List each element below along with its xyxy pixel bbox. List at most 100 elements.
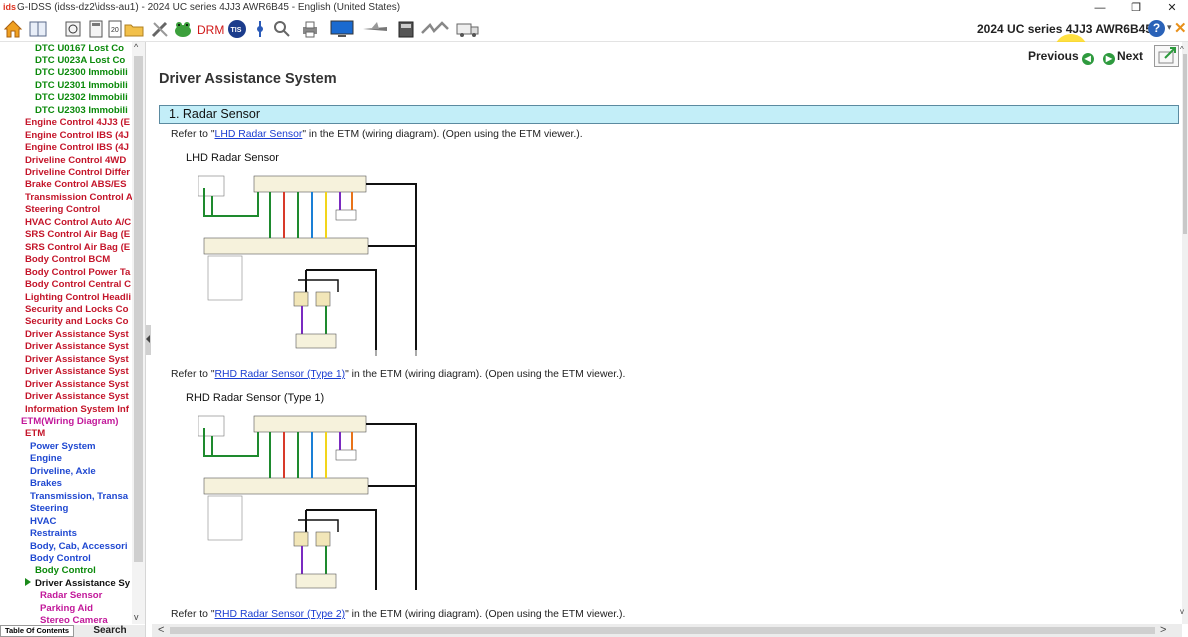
sidebar-tree-item[interactable]: ETM(Wiring Diagram) xyxy=(21,416,132,429)
sidebar-tree-item[interactable]: DTC U2300 Immobili xyxy=(35,67,132,80)
sidebar-tree-item[interactable]: Steering Control xyxy=(25,204,132,217)
sidebar-tree-item[interactable]: HVAC Control Auto A/C xyxy=(25,217,132,230)
book-icon[interactable] xyxy=(28,19,48,39)
sidebar-tree-item[interactable]: ETM xyxy=(25,428,132,441)
sidebar-tree-item[interactable]: Lighting Control Headli xyxy=(25,292,132,305)
main-vertical-scrollbar[interactable] xyxy=(1182,42,1188,624)
tab-search[interactable]: Search xyxy=(80,625,140,637)
wiring-diagram-rhd-type1[interactable] xyxy=(198,410,430,610)
sidebar-tree-item[interactable]: SRS Control Air Bag (E xyxy=(25,242,132,255)
sidebar-tree-item[interactable]: DTC U2303 Immobili xyxy=(35,105,132,118)
sidebar-tree-item[interactable]: Body Control xyxy=(30,553,132,566)
minimize-button[interactable]: — xyxy=(1082,0,1118,16)
sidebar-scroll-thumb[interactable] xyxy=(134,56,143,562)
sidebar-tree-item[interactable]: Driver Assistance Syst xyxy=(25,329,132,342)
sidebar-tree-item[interactable]: Security and Locks Co xyxy=(25,304,132,317)
sidebar-tree-item[interactable]: Body Control BCM xyxy=(25,254,132,267)
sidebar-tree-item[interactable]: Driver Assistance Syst xyxy=(25,366,132,379)
frog-icon[interactable] xyxy=(173,19,193,39)
main-scroll-up-icon[interactable]: ^ xyxy=(1180,45,1184,54)
sidebar-tree-item[interactable]: Brake Control ABS/ES xyxy=(25,179,132,192)
collapse-arrow-icon[interactable] xyxy=(146,335,150,343)
sidebar-tree-item[interactable]: Driveline, Axle xyxy=(30,466,132,479)
sidebar-tree-item[interactable]: Body Control Central C xyxy=(25,279,132,292)
section-header: 1. Radar Sensor xyxy=(159,105,1179,124)
sidebar-tree-item[interactable]: DTC U2301 Immobili xyxy=(35,80,132,93)
rhd-radar-sensor-type1-link[interactable]: RHD Radar Sensor (Type 1) xyxy=(215,369,346,380)
sidebar-tree-item[interactable]: HVAC xyxy=(30,516,132,529)
sidebar-tree-item[interactable]: Driver Assistance Sy xyxy=(35,578,132,591)
next-button[interactable]: ▶ Next xyxy=(1103,49,1143,65)
sidebar-tree-item[interactable]: Security and Locks Co xyxy=(25,316,132,329)
sidebar-tree-item[interactable]: Steering xyxy=(30,503,132,516)
sidebar-tree-item[interactable]: Driver Assistance Syst xyxy=(25,354,132,367)
plane-icon[interactable] xyxy=(361,19,389,39)
main-scroll-down-icon[interactable]: v xyxy=(1180,607,1184,616)
calculator-icon[interactable] xyxy=(86,19,106,39)
diagnostics-icon[interactable] xyxy=(63,19,83,39)
sidebar-tree-item[interactable]: Driver Assistance Syst xyxy=(25,341,132,354)
pin-icon[interactable] xyxy=(250,19,270,39)
sidebar-tree-item[interactable]: Body Control xyxy=(35,565,132,578)
main-scroll-thumb[interactable] xyxy=(1183,54,1187,234)
title-bar: ids G-IDSS (idss-dz2\idss-au1) - 2024 UC… xyxy=(0,0,1188,16)
sidebar-tree-item[interactable]: Transmission, Transa xyxy=(30,491,132,504)
sidebar-tree-item[interactable]: SRS Control Air Bag (E xyxy=(25,229,132,242)
sidebar-tree-item[interactable]: Stereo Camera xyxy=(40,615,132,624)
drm-icon[interactable]: DRM xyxy=(196,19,224,39)
sidebar-tree-item[interactable]: Driveline Control Differ xyxy=(25,167,132,180)
sidebar-tree-item[interactable]: Engine Control 4JJ3 (E xyxy=(25,117,132,130)
horizontal-scroll-thumb[interactable] xyxy=(170,627,1155,634)
sidebar-tree-item[interactable]: Body, Cab, Accessori xyxy=(30,541,132,554)
help-dropdown-icon[interactable]: ▾ xyxy=(1167,22,1172,33)
scroll-down-icon[interactable]: v xyxy=(134,612,139,622)
sidebar-tree-item[interactable]: Information System Inf xyxy=(25,404,132,417)
help-icon[interactable]: ? xyxy=(1148,20,1165,37)
home-icon[interactable] xyxy=(3,19,23,39)
sidebar-tree-item[interactable]: Radar Sensor xyxy=(40,590,132,603)
sidebar-scrollbar[interactable]: ^ v xyxy=(132,42,145,624)
sidebar-tree-item[interactable]: Driver Assistance Syst xyxy=(25,379,132,392)
sidebar-tree-item[interactable]: Engine xyxy=(30,453,132,466)
sidebar-tree-item[interactable]: DTC U023A Lost Co xyxy=(35,55,132,68)
sidebar-tree-item[interactable]: Transmission Control A xyxy=(25,192,132,205)
sidebar-tree-item[interactable]: DTC U0167 Lost Co xyxy=(35,43,132,56)
sidebar-tree-item[interactable]: Driveline Control 4WD xyxy=(25,155,132,168)
monitor-icon[interactable] xyxy=(330,19,354,39)
panel-splitter[interactable] xyxy=(146,325,151,355)
maximize-button[interactable]: ❐ xyxy=(1118,0,1154,16)
sidebar-tree-item[interactable]: Restraints xyxy=(30,528,132,541)
vehicle-label: 2024 UC series 4JJ3 AWR6B45 xyxy=(977,22,1152,36)
scroll-right-icon[interactable]: > xyxy=(1160,624,1166,636)
previous-button[interactable]: Previous ◀ xyxy=(1028,49,1094,65)
tis-icon[interactable]: TIS xyxy=(227,19,247,39)
sidebar-tree-item[interactable]: Parking Aid xyxy=(40,603,132,616)
sidebar-tree-item[interactable]: Engine Control IBS (4J xyxy=(25,142,132,155)
scroll-up-icon[interactable]: ^ xyxy=(134,42,138,52)
tree-expanded-arrow-icon[interactable] xyxy=(25,578,31,586)
close-button[interactable]: ✕ xyxy=(1154,0,1188,16)
exit-icon[interactable]: ✕ xyxy=(1174,19,1187,37)
folder-icon[interactable] xyxy=(124,19,144,39)
print-icon[interactable] xyxy=(300,19,320,39)
tools-icon[interactable] xyxy=(150,19,170,39)
sidebar-tree-item[interactable]: Driver Assistance Syst xyxy=(25,391,132,404)
scroll-left-icon[interactable]: < xyxy=(158,624,164,636)
wiring-diagram-lhd[interactable] xyxy=(198,170,430,370)
figure-title: RHD Radar Sensor (Type 1) xyxy=(186,392,325,404)
lhd-radar-sensor-link[interactable]: LHD Radar Sensor xyxy=(215,129,303,140)
sidebar-tree-item[interactable]: DTC U2302 Immobili xyxy=(35,92,132,105)
sidebar-tree-item[interactable]: Engine Control IBS (4J xyxy=(25,130,132,143)
memo-icon[interactable]: 20 xyxy=(105,19,125,39)
truck-icon[interactable] xyxy=(455,19,481,39)
search-icon[interactable] xyxy=(272,19,292,39)
sidebar-tree-item[interactable]: Power System xyxy=(30,441,132,454)
sidebar-tree-item[interactable]: Body Control Power Ta xyxy=(25,267,132,280)
sidebar-tree-item[interactable]: Brakes xyxy=(30,478,132,491)
tab-table-of-contents[interactable]: Table Of Contents xyxy=(0,625,74,637)
expand-icon[interactable] xyxy=(1154,45,1179,67)
rhd-radar-sensor-type2-link[interactable]: RHD Radar Sensor (Type 2) xyxy=(215,609,346,620)
device-icon[interactable] xyxy=(396,19,416,39)
signal-icon[interactable] xyxy=(420,19,450,39)
horizontal-scrollbar[interactable]: < > xyxy=(152,624,1182,637)
